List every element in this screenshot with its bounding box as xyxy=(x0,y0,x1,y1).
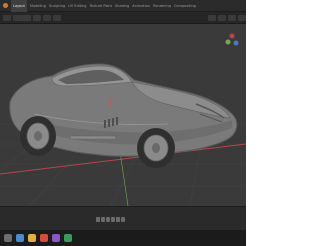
editor-type-button[interactable] xyxy=(3,14,11,21)
side-exhaust-pipe xyxy=(69,135,117,140)
overlay-button[interactable] xyxy=(238,14,246,21)
search-icon[interactable] xyxy=(16,234,24,242)
tab-uv-editing[interactable]: UV Editing xyxy=(68,0,86,12)
tab-rendering[interactable]: Rendering xyxy=(153,0,171,12)
tab-layout[interactable]: Layout xyxy=(11,0,27,12)
jump-start-icon[interactable] xyxy=(96,217,100,222)
viewport-header xyxy=(0,12,246,24)
top-menu-bar: Layout Modeling Sculpting UV Editing Tex… xyxy=(0,0,246,12)
snap-button[interactable] xyxy=(218,14,226,21)
view-menu-button[interactable] xyxy=(33,14,41,21)
app-icon[interactable] xyxy=(64,234,72,242)
add-menu-button[interactable] xyxy=(53,14,61,21)
tab-modeling[interactable]: Modeling xyxy=(30,0,46,12)
step-forward-icon[interactable] xyxy=(116,217,120,222)
shading-solid-button[interactable] xyxy=(228,14,236,21)
os-taskbar xyxy=(0,230,246,246)
tab-sculpting[interactable]: Sculpting xyxy=(49,0,65,12)
step-back-icon[interactable] xyxy=(101,217,105,222)
blender-logo-icon[interactable] xyxy=(3,3,8,8)
timeline-panel[interactable] xyxy=(0,206,246,230)
tab-animation[interactable]: Animation xyxy=(132,0,150,12)
blender-window: Layout Modeling Sculpting UV Editing Tex… xyxy=(0,0,246,246)
blender-icon[interactable] xyxy=(52,234,60,242)
tab-texture-paint[interactable]: Texture Paint xyxy=(89,0,112,12)
tab-shading[interactable]: Shading xyxy=(115,0,129,12)
viewport-canvas xyxy=(0,33,246,206)
rear-wheel xyxy=(20,116,56,156)
browser-icon[interactable] xyxy=(40,234,48,242)
select-menu-button[interactable] xyxy=(43,14,51,21)
tab-compositing[interactable]: Compositing xyxy=(174,0,196,12)
folder-icon[interactable] xyxy=(28,234,36,242)
play-reverse-icon[interactable] xyxy=(106,217,110,222)
playback-controls xyxy=(96,217,125,223)
start-icon[interactable] xyxy=(4,234,12,242)
object-mode-dropdown[interactable] xyxy=(13,14,31,21)
play-icon[interactable] xyxy=(111,217,115,222)
3d-viewport[interactable] xyxy=(0,24,246,206)
transform-orientation-button[interactable] xyxy=(208,14,216,21)
jump-end-icon[interactable] xyxy=(121,217,125,222)
navigation-gizmo[interactable] xyxy=(225,33,239,46)
front-wheel xyxy=(137,128,175,168)
